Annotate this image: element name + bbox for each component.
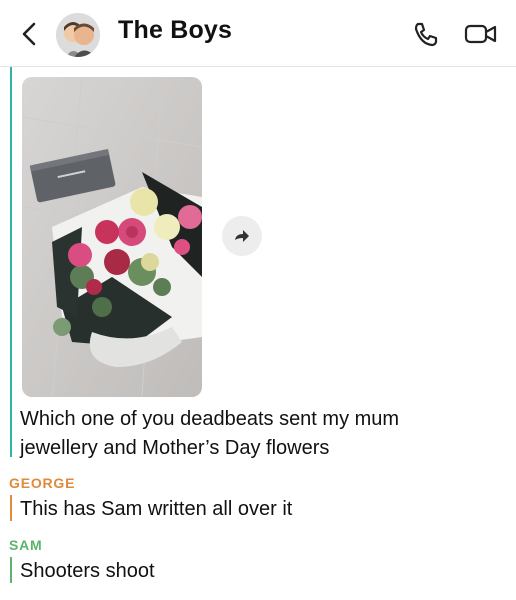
message-text-george: This has Sam written all over it <box>20 498 293 520</box>
photo-message[interactable] <box>22 77 202 397</box>
forward-arrow-icon <box>235 230 249 242</box>
phone-icon[interactable] <box>412 20 440 48</box>
sender-name-sam: SAM <box>9 537 43 553</box>
sender-bar-me <box>10 67 12 457</box>
forward-button[interactable] <box>222 216 262 256</box>
sender-name-george: GEORGE <box>9 475 76 491</box>
sender-bar-george <box>10 495 12 521</box>
back-chevron-icon[interactable] <box>18 20 42 48</box>
chat-header: The Boys <box>0 0 516 67</box>
message-text-me: Which one of you deadbeats sent my mum j… <box>20 408 400 459</box>
video-camera-icon[interactable] <box>464 22 498 46</box>
message-text-sam: Shooters shoot <box>20 560 155 582</box>
message-thread: Which one of you deadbeats sent my mum j… <box>0 67 516 600</box>
group-avatar[interactable] <box>56 13 100 57</box>
sender-bar-sam <box>10 557 12 583</box>
chat-title: The Boys <box>118 16 233 44</box>
